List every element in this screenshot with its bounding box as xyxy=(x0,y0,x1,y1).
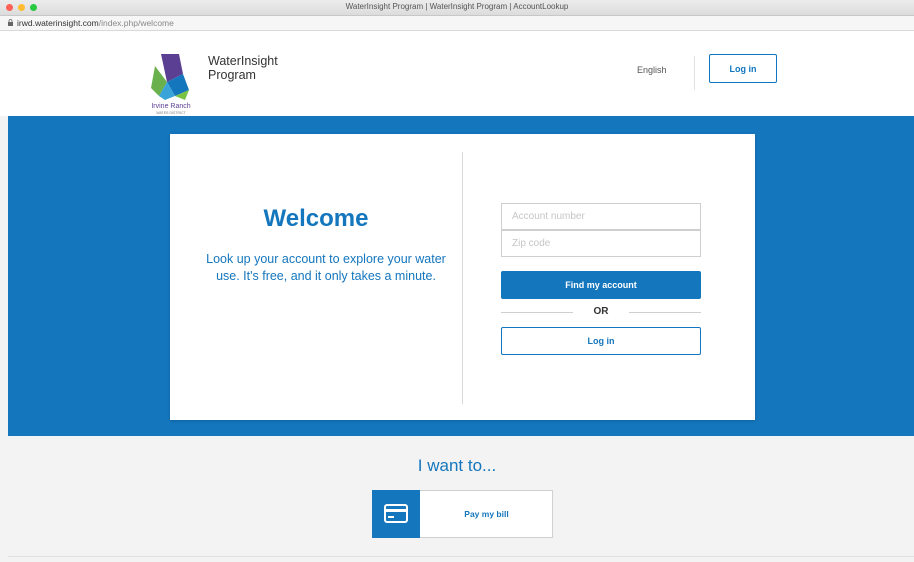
welcome-text: Look up your account to explore your wat… xyxy=(206,252,446,283)
logo-text: Irvine Ranch xyxy=(151,103,190,110)
card-login-button[interactable]: Log in xyxy=(501,327,701,355)
pay-bill-icon-box[interactable] xyxy=(372,490,420,538)
header-divider xyxy=(694,56,695,90)
url-host: irwd.waterinsight.com xyxy=(17,18,99,28)
welcome-heading: Welcome xyxy=(263,205,369,232)
address-bar[interactable]: irwd.waterinsight.com/index.php/welcome xyxy=(0,16,914,31)
or-text: OR xyxy=(593,306,609,317)
bottom-divider xyxy=(8,556,914,557)
want-to-heading: I want to... xyxy=(417,456,497,475)
program-name: WaterInsight Program xyxy=(208,54,278,82)
logo-subtext: WATER DISTRICT xyxy=(156,111,186,115)
account-number-input[interactable] xyxy=(501,203,701,230)
find-account-button[interactable]: Find my account xyxy=(501,271,701,299)
or-separator: OR xyxy=(501,305,701,319)
url-path: /index.php/welcome xyxy=(98,18,174,28)
browser-titlebar: WaterInsight Program | WaterInsight Prog… xyxy=(0,0,914,16)
lock-icon xyxy=(8,19,13,26)
window-title: WaterInsight Program | WaterInsight Prog… xyxy=(345,2,569,11)
zip-code-input[interactable] xyxy=(501,230,701,257)
header-login-button[interactable]: Log in xyxy=(709,54,777,83)
pay-bill-label[interactable]: Pay my bill xyxy=(420,490,553,538)
url-text[interactable]: irwd.waterinsight.com/index.php/welcome xyxy=(17,18,174,28)
credit-card-icon xyxy=(384,504,408,523)
irvine-ranch-logo[interactable]: Irvine Ranch WATER DISTRICT xyxy=(145,52,197,116)
card-divider xyxy=(462,152,463,404)
language-selector[interactable]: English xyxy=(637,65,667,75)
